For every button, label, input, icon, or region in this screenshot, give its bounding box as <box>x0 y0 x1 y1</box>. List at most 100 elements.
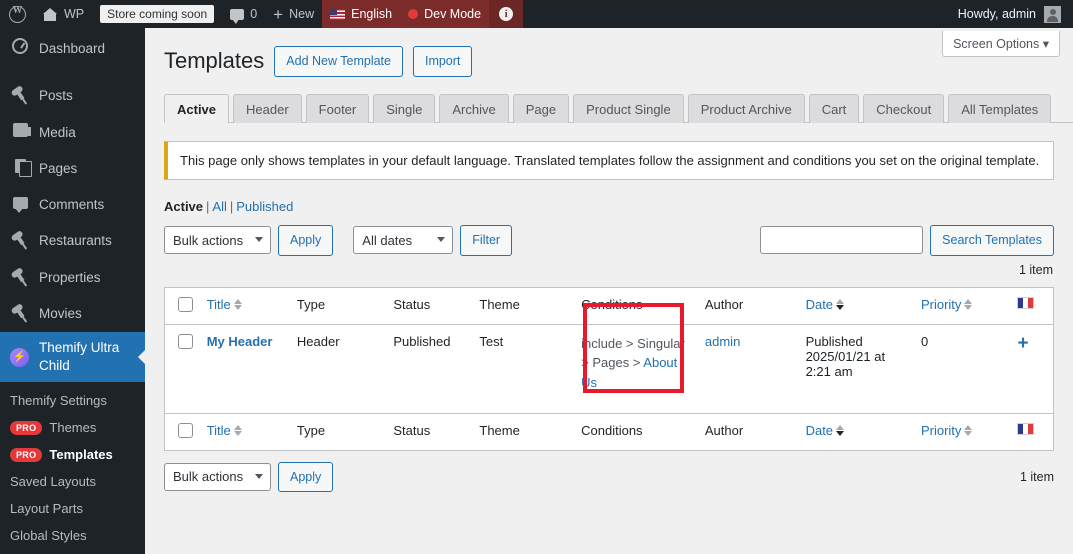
column-header-priority[interactable]: Priority <box>915 287 1012 324</box>
sidebar-item-comments[interactable]: Comments <box>0 187 145 223</box>
tab-checkout[interactable]: Checkout <box>863 93 945 123</box>
column-footer-priority[interactable]: Priority <box>915 413 1012 450</box>
sidebar-item-movies[interactable]: Movies <box>0 296 145 332</box>
sort-arrows-icon <box>964 298 973 310</box>
sidebar-subitem-global-styles[interactable]: Global Styles <box>0 522 145 549</box>
tab-product-archive[interactable]: Product Archive <box>687 93 805 123</box>
column-label: Title <box>206 296 231 312</box>
tab-header[interactable]: Header <box>233 93 302 123</box>
view-link-all[interactable]: All <box>212 199 226 214</box>
separator: | <box>229 198 234 214</box>
filter-button[interactable]: Filter <box>460 224 513 256</box>
sidebar-item-dashboard[interactable]: Dashboard <box>0 28 145 70</box>
cell-language: + <box>1011 324 1053 413</box>
language-switcher-button[interactable]: English <box>322 0 401 28</box>
sidebar-item-posts[interactable]: Posts <box>0 78 145 114</box>
account-menu[interactable]: Howdy, admin <box>950 0 1073 28</box>
info-button[interactable]: i <box>489 0 524 28</box>
store-coming-soon-label: Store coming soon <box>100 5 215 23</box>
admin-sidebar: Dashboard Posts Media Pages Comments Res… <box>0 28 145 554</box>
sidebar-item-pages[interactable]: Pages <box>0 151 145 187</box>
search-input[interactable] <box>760 226 924 255</box>
page-title: Templates <box>164 48 265 74</box>
column-header-date[interactable]: Date <box>800 287 915 324</box>
date-filter-select[interactable]: All dates <box>353 226 454 255</box>
add-new-template-button[interactable]: Add New Template <box>274 46 403 77</box>
import-button[interactable]: Import <box>412 46 473 77</box>
column-header-theme: Theme <box>473 287 575 324</box>
sidebar-subitem-layout-parts[interactable]: Layout Parts <box>0 495 145 522</box>
pro-badge: PRO <box>10 420 43 435</box>
apply-button-bottom[interactable]: Apply <box>278 461 334 493</box>
plus-icon[interactable]: + <box>1017 333 1028 354</box>
plus-icon: + <box>273 4 284 24</box>
sidebar-item-label: Themify Ultra Child <box>39 340 120 374</box>
tab-single[interactable]: Single <box>373 93 436 123</box>
bulk-actions-select-bottom[interactable]: Bulk actions <box>164 462 271 491</box>
sidebar-item-label: Restaurants <box>39 233 112 249</box>
apply-button[interactable]: Apply <box>278 224 334 256</box>
column-footer-title[interactable]: Title <box>201 413 291 450</box>
column-header-type: Type <box>291 287 388 324</box>
dev-mode-button[interactable]: Dev Mode <box>400 0 490 28</box>
row-checkbox-cell[interactable] <box>165 324 201 413</box>
view-link-active[interactable]: Active <box>164 199 203 214</box>
select-all-checkbox-cell-footer[interactable] <box>165 413 201 450</box>
language-notice-text: This page only shows templates in your d… <box>180 152 1040 168</box>
screen-options-button[interactable]: Screen Options ▾ <box>942 31 1060 57</box>
sidebar-subitem-label: Layout Parts <box>10 501 83 517</box>
column-label: Date <box>805 296 834 312</box>
sidebar-item-properties[interactable]: Properties <box>0 260 145 296</box>
tab-footer[interactable]: Footer <box>305 93 370 123</box>
column-label: Author <box>704 422 744 438</box>
search-templates-button[interactable]: Search Templates <box>930 224 1054 256</box>
author-link[interactable]: admin <box>705 334 740 349</box>
template-title-link[interactable]: My Header <box>207 334 273 349</box>
item-count-bottom: 1 item <box>1019 469 1054 484</box>
tab-active[interactable]: Active <box>164 93 230 123</box>
sidebar-item-media[interactable]: Media <box>0 115 145 151</box>
site-home-button[interactable]: WP <box>35 0 92 28</box>
sort-arrows-icon <box>836 424 845 436</box>
tab-product-single[interactable]: Product Single <box>573 93 684 123</box>
pin-icon <box>10 86 30 106</box>
bulk-actions-select[interactable]: Bulk actions <box>164 226 271 255</box>
us-flag-icon <box>330 8 346 20</box>
howdy-label: Howdy, admin <box>957 7 1036 21</box>
fr-flag-icon <box>1017 422 1035 435</box>
select-all-checkbox-cell[interactable] <box>165 287 201 324</box>
sidebar-item-themify-ultra-child[interactable]: ⚡ Themify Ultra Child <box>0 332 145 383</box>
sidebar-subitem-templates[interactable]: PRO Templates <box>0 441 145 468</box>
admin-bar: WP Store coming soon 0 + New English Dev… <box>0 0 1073 28</box>
separator: | <box>206 198 210 214</box>
sidebar-item-restaurants[interactable]: Restaurants <box>0 223 145 259</box>
sidebar-subitem-saved-layouts[interactable]: Saved Layouts <box>0 468 145 495</box>
select-all-checkbox-footer[interactable] <box>178 422 193 438</box>
tab-page[interactable]: Page <box>512 93 570 123</box>
table-row: My Header Header Published Test include … <box>165 324 1054 413</box>
store-coming-soon-badge[interactable]: Store coming soon <box>92 0 222 28</box>
tab-archive[interactable]: Archive <box>439 93 509 123</box>
comments-button[interactable]: 0 <box>222 0 265 28</box>
column-footer-date[interactable]: Date <box>800 413 915 450</box>
sidebar-subitem-themes[interactable]: PRO Themes <box>0 414 145 441</box>
site-name-label: WP <box>64 7 85 21</box>
wordpress-logo-button[interactable] <box>0 0 35 28</box>
sidebar-subitem-custom-fonts[interactable]: Custom Fonts <box>0 549 145 554</box>
column-label: Type <box>296 422 326 438</box>
column-label: Status <box>393 422 431 438</box>
table-foot: Title Type Status Theme Conditions Autho… <box>164 413 1054 450</box>
select-all-checkbox[interactable] <box>178 296 193 312</box>
sidebar-subitem-themify-settings[interactable]: Themify Settings <box>0 387 145 414</box>
column-header-title[interactable]: Title <box>201 287 291 324</box>
row-checkbox[interactable] <box>178 333 193 349</box>
tab-cart[interactable]: Cart <box>808 93 860 123</box>
avatar <box>1044 5 1061 23</box>
sidebar-item-label: Dashboard <box>39 41 106 57</box>
tab-all-templates[interactable]: All Templates <box>948 93 1052 123</box>
main-content: Screen Options ▾ Templates Add New Templ… <box>145 28 1073 554</box>
column-header-conditions: Conditions <box>575 287 699 324</box>
view-link-published[interactable]: Published <box>236 199 293 214</box>
column-label: Date <box>805 422 834 438</box>
new-content-button[interactable]: + New <box>265 0 322 28</box>
